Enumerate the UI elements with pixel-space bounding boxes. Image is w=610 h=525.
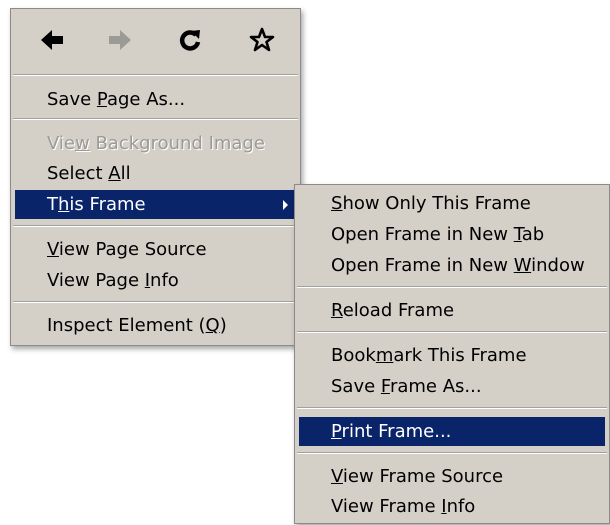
view-page-source-item[interactable]: View Page Source — [15, 235, 296, 264]
bookmark-this-frame-item[interactable]: Bookmark This Frame — [299, 341, 605, 370]
bookmark-button[interactable] — [245, 23, 279, 57]
save-page-as-item[interactable]: Save Page As... — [15, 85, 296, 114]
save-frame-as-item[interactable]: Save Frame As... — [299, 372, 605, 401]
this-frame-submenu: Show Only This Frame Open Frame in New T… — [294, 184, 610, 524]
show-only-this-frame-item[interactable]: Show Only This Frame — [299, 189, 605, 218]
separator — [13, 301, 298, 303]
inspect-element-item[interactable]: Inspect Element (Q) — [15, 311, 296, 340]
separator — [13, 225, 298, 227]
reload-button[interactable] — [173, 23, 207, 57]
separator — [297, 407, 607, 409]
view-frame-source-item[interactable]: View Frame Source — [299, 462, 605, 491]
separator — [13, 118, 298, 120]
open-frame-new-tab-item[interactable]: Open Frame in New Tab — [299, 220, 605, 249]
this-frame-item[interactable]: This Frame — [15, 190, 296, 219]
separator — [297, 452, 607, 454]
separator — [13, 74, 298, 76]
back-button[interactable] — [35, 23, 69, 57]
open-frame-new-window-item[interactable]: Open Frame in New Window — [299, 251, 605, 280]
print-frame-item[interactable]: Print Frame... — [299, 417, 605, 446]
separator — [297, 286, 607, 288]
view-frame-info-item[interactable]: View Frame Info — [299, 492, 605, 521]
reload-frame-item[interactable]: Reload Frame — [299, 296, 605, 325]
reload-icon — [179, 30, 201, 51]
view-background-image-item: View Background Image — [47, 133, 265, 154]
context-menu: Save Page As... View Background Image Se… — [10, 8, 301, 346]
select-all-item[interactable]: Select All — [15, 159, 296, 188]
star-icon — [249, 27, 275, 52]
arrow-right-icon — [109, 30, 131, 50]
separator — [297, 331, 607, 333]
submenu-arrow-icon — [283, 200, 288, 210]
navigation-row — [11, 9, 300, 73]
arrow-left-icon — [41, 30, 63, 50]
view-page-info-item[interactable]: View Page Info — [15, 266, 296, 295]
forward-button[interactable] — [103, 23, 137, 57]
